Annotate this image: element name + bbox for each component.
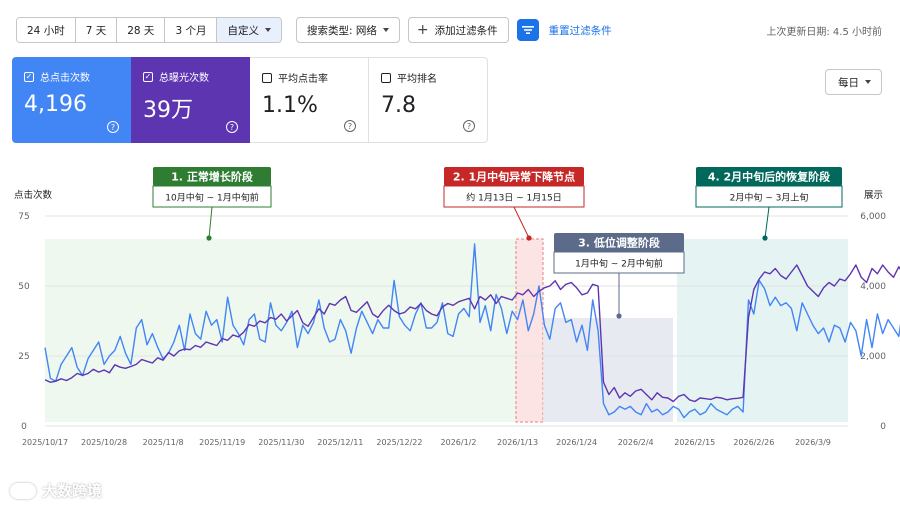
metric-label-text: 平均点击率	[278, 74, 328, 85]
metric-card-impressions[interactable]: ✓ 总曝光次数 39万 ?	[131, 57, 250, 143]
x-tick-label: 2026/2/4	[618, 438, 654, 447]
annotation-title: 3. 低位调整阶段	[578, 236, 660, 250]
annotation-dot	[616, 313, 622, 319]
stage4-band	[677, 239, 848, 422]
x-tick-label: 2025/12/11	[317, 438, 363, 447]
y-right-tick-label: 2,000	[860, 352, 886, 362]
stage2-annotation: 2. 1月中旬异常下降节点约 1月13日 ~ 1月15日	[443, 167, 585, 241]
granularity-label: 每日	[838, 76, 859, 89]
x-tick-label: 2025/11/19	[199, 438, 245, 447]
metric-label-text: 总曝光次数	[159, 73, 209, 84]
help-icon[interactable]: ?	[226, 121, 238, 133]
annotation-dot	[762, 235, 768, 241]
add-filter-label: 添加过滤条件	[434, 24, 498, 37]
metric-label: 平均排名	[381, 70, 475, 85]
metric-label: 平均点击率	[262, 70, 356, 85]
x-tick-label: 2026/1/2	[441, 438, 477, 447]
x-tick-label: 2025/11/8	[143, 438, 184, 447]
reset-filter-link[interactable]: 重置过滤条件	[549, 23, 612, 38]
y-left-tick-label: 0	[21, 422, 27, 432]
metric-label-text: 总点击次数	[40, 73, 90, 84]
metric-value: 39万	[143, 98, 193, 123]
annotation-subtitle: 2月中旬 ~ 3月上旬	[730, 192, 809, 204]
x-tick-label: 2026/3/9	[795, 438, 831, 447]
annotation-connector	[513, 206, 530, 239]
stage3-band	[543, 318, 673, 422]
annotation-subtitle: 10月中旬 ~ 1月中旬前	[165, 192, 258, 204]
x-tick-label: 2025/10/17	[22, 438, 68, 447]
metric-label-text: 平均排名	[397, 74, 437, 85]
y-right-tick-label: 0	[880, 422, 886, 432]
x-tick-label: 2026/1/13	[497, 438, 538, 447]
stage1-annotation: 1. 正常增长阶段 10月中旬 ~ 1月中旬前	[152, 167, 272, 241]
stage3-annotation: 3. 低位调整阶段 1月中旬 ~ 2月中旬前	[553, 233, 685, 319]
metric-cards: ✓ 总点击次数 4,196 ? ✓ 总曝光次数 39万 ? 平均点击率 1.1% ?…	[12, 57, 488, 143]
checkbox-unchecked-icon[interactable]	[381, 72, 391, 83]
y-right-axis-title: 展示	[864, 190, 883, 201]
search-type-dropdown[interactable]: 搜索类型: 网络	[295, 17, 400, 43]
annotation-title: 4. 2月中旬后的恢复阶段	[708, 170, 830, 184]
search-type-label: 搜索类型: 网络	[306, 24, 377, 37]
range-3m-button[interactable]: 3 个月	[165, 18, 218, 42]
annotation-subtitle: 约 1月13日 ~ 1月15日	[466, 192, 561, 204]
range-custom-button[interactable]: 自定义	[217, 18, 281, 42]
stage4-annotation: 4. 2月中旬后的恢复阶段 2月中旬 ~ 3月上旬	[695, 167, 843, 241]
range-7d-button[interactable]: 7 天	[75, 18, 118, 42]
date-range-segment: 24 小时 7 天 28 天 3 个月 自定义	[16, 17, 282, 43]
metric-label: ✓ 总曝光次数	[143, 69, 238, 84]
x-tick-label: 2025/11/30	[258, 438, 304, 447]
annotation-title: 2. 1月中旬异常下降节点	[453, 170, 575, 184]
granularity-dropdown[interactable]: 每日	[825, 69, 882, 95]
metric-card-clicks[interactable]: ✓ 总点击次数 4,196 ?	[12, 57, 131, 143]
chevron-down-icon	[865, 80, 871, 84]
plus-icon: +	[416, 22, 429, 38]
watermark-logo-icon	[10, 482, 36, 499]
metric-value: 1.1%	[262, 93, 318, 118]
checkbox-checked-icon[interactable]: ✓	[24, 71, 34, 82]
annotation-dot	[206, 235, 212, 241]
annotation-title: 1. 正常增长阶段	[171, 170, 253, 184]
chevron-down-icon	[382, 28, 389, 32]
metric-value: 7.8	[381, 93, 416, 118]
y-right-tick-label: 6,000	[860, 212, 886, 222]
x-tick-label: 2026/2/15	[674, 438, 715, 447]
metric-value: 4,196	[24, 92, 87, 117]
checkbox-unchecked-icon[interactable]	[262, 72, 272, 83]
last-updated-text: 上次更新日期: 4.5 小时前	[766, 27, 882, 38]
watermark-text: 大数跨境	[42, 482, 103, 500]
range-28d-button[interactable]: 28 天	[117, 18, 166, 42]
y-left-tick-label: 75	[18, 212, 29, 222]
help-icon[interactable]: ?	[344, 120, 356, 132]
add-filter-button[interactable]: + 添加过滤条件	[407, 17, 509, 43]
help-icon[interactable]: ?	[107, 121, 119, 133]
annotation-connector	[764, 206, 770, 239]
metric-card-position[interactable]: 平均排名 7.8 ?	[369, 57, 488, 143]
y-left-tick-label: 25	[18, 352, 29, 362]
filter-icon	[521, 26, 534, 34]
range-custom-label: 自定义	[227, 24, 259, 37]
annotation-connector	[208, 206, 213, 239]
range-24h-button[interactable]: 24 小时	[17, 18, 76, 42]
filter-icon-button[interactable]	[516, 19, 539, 41]
y-left-axis-title: 点击次数	[14, 189, 53, 201]
x-tick-label: 2025/12/22	[376, 438, 422, 447]
annotation-dot	[526, 235, 532, 241]
performance-chart: 0 25 50 75 0 2,000 4,000 6,000 2025/10/17 2025/10…	[14, 167, 900, 447]
help-icon[interactable]: ?	[463, 120, 475, 132]
x-tick-label: 2025/10/28	[81, 438, 127, 447]
metric-card-ctr[interactable]: 平均点击率 1.1% ?	[250, 57, 369, 143]
date-range-toolbar: 24 小时 7 天 28 天 3 个月 自定义 搜索类型: 网络 + 添加过滤条件…	[16, 17, 612, 43]
x-tick-label: 2026/2/26	[733, 438, 774, 447]
annotation-subtitle: 1月中旬 ~ 2月中旬前	[575, 258, 663, 270]
stage2-band	[515, 238, 544, 423]
chevron-down-icon	[264, 28, 271, 32]
checkbox-checked-icon[interactable]: ✓	[143, 71, 153, 82]
y-right-tick-label: 4,000	[860, 282, 886, 292]
x-tick-label: 2026/1/24	[556, 438, 597, 447]
y-left-tick-label: 50	[18, 282, 30, 292]
metric-label: ✓ 总点击次数	[24, 69, 119, 84]
watermark: 大数跨境	[10, 480, 102, 501]
